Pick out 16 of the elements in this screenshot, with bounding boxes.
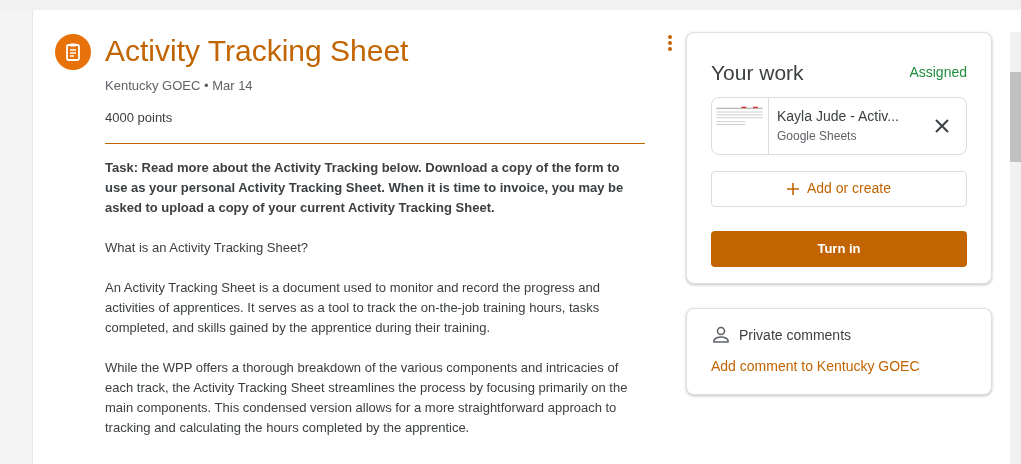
- file-type: Google Sheets: [777, 127, 858, 145]
- attachment-item[interactable]: Kayla Jude - Activ... Google Sheets: [711, 96, 967, 155]
- paragraph: Task: Read more about the Activity Tracking below. Download a copy of the form to use as your personal Activity Tracking Sheet. When it is time to invoice, you may be asked to upload a copy of your current Activity Tracking Sheet.: [105, 159, 625, 217]
- assignment-title: Activity Tracking Sheet: [105, 33, 410, 69]
- paragraph: While the WPP offers a thorough breakdown of the various components and intricacies of each track, the Activity Tracking Sheet streamlines the process by focusing primarily on the main components. This condensed version allows for a more straightforward approach to tracking and calculating the hours completed by the apprentice.: [105, 359, 629, 437]
- status-label: Assigned: [909, 63, 967, 83]
- add-comment-link[interactable]: Add comment to Kentucky GOEC: [711, 357, 920, 374]
- points-label: 4000 points: [105, 108, 174, 127]
- add-or-create-button[interactable]: Add or create: [711, 170, 967, 207]
- card-title: Your work: [711, 60, 804, 86]
- file-name: Kayla Jude - Activ...: [777, 106, 900, 126]
- paragraph: What is an Activity Tracking Sheet?: [105, 239, 310, 257]
- paragraph: An Activity Tracking Sheet is a document used to monitor and record the progress and activities of apprentices. It serves as a tool to track the on-the-job training hours, tasks completed, and skills gained by the apprentice during their training.: [105, 279, 601, 337]
- comments-title: Private comments: [739, 325, 852, 345]
- turn-in-button[interactable]: Turn in: [711, 230, 967, 267]
- assignment-meta: Kentucky GOEC • Mar 14: [105, 77, 254, 95]
